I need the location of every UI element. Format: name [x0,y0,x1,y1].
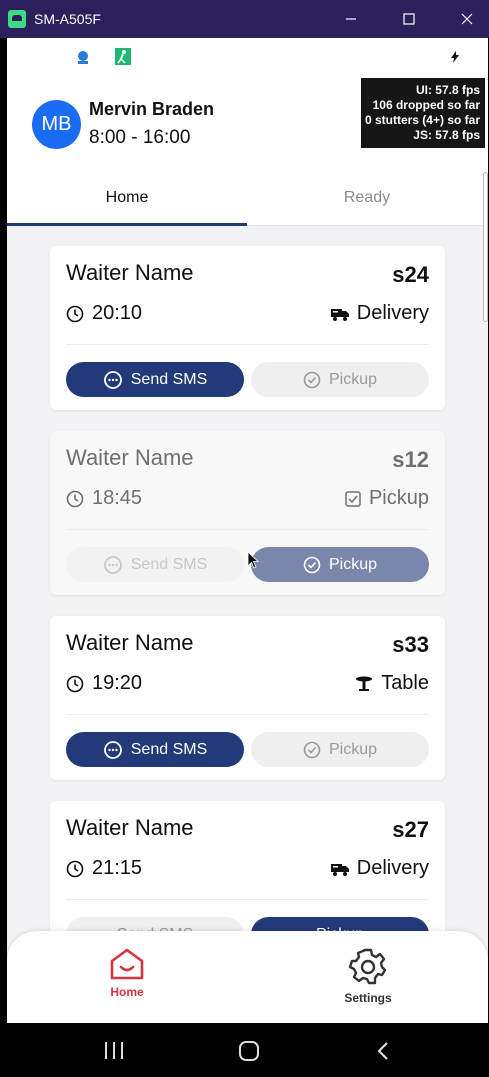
avatar[interactable]: MB [32,100,81,149]
active-tab-indicator [7,223,247,226]
notification-app-icon [78,51,88,64]
perf-dropped: 106 dropped so far [372,98,480,112]
maximize-icon[interactable] [386,0,432,38]
pickup-button[interactable]: Pickup [251,362,429,397]
send-sms-button[interactable]: Send SMS [66,362,244,397]
clock-icon [66,675,84,693]
phone-screen: MB Mervin Braden 8:00 - 16:00 UI: 57.8 f… [7,38,488,1023]
order-time-text: 19:20 [92,672,143,694]
send-sms-label: Send SMS [130,740,208,758]
order-type-text: Delivery [356,302,429,324]
pickup-label: Pickup [328,370,378,388]
pickup-button[interactable]: Pickup [251,547,429,582]
order-time: 20:10 [66,302,142,325]
order-type-text: Pickup [368,487,429,509]
bottom-navigation: Home Settings [7,931,488,1023]
window-title-bar: SM-A505F [0,0,489,38]
window-title: SM-A505F [34,11,101,27]
waiter-name: Waiter Name [66,445,194,470]
nav-home-label: Home [110,985,144,999]
clock-icon [66,305,84,323]
card-divider [66,899,429,900]
clock-icon [66,490,84,508]
order-card[interactable]: Waiter Name s24 20:10 Delivery Send SMS … [50,246,445,410]
pickup-label: Pickup [328,555,378,573]
send-sms-label: Send SMS [130,370,208,388]
order-code: s33 [392,632,429,657]
order-type: Table [355,672,429,695]
order-time-text: 21:15 [92,857,143,879]
scrollbar-thumb[interactable] [483,172,488,322]
status-bar [7,38,488,76]
user-name: Mervin Braden [89,99,215,119]
gear-icon [348,948,387,985]
delivery-truck-icon [330,861,349,877]
delivery-truck-icon [330,306,349,322]
order-card[interactable]: Waiter Name s33 19:20 Table Send SMS Pic… [50,616,445,780]
perf-stutters: 0 stutters (4+) so far [364,113,480,127]
check-circle-icon [303,741,321,758]
chat-icon [103,555,122,574]
order-type: Delivery [330,302,429,325]
send-sms-button[interactable]: Send SMS [66,732,244,767]
order-time-text: 20:10 [92,302,143,324]
nav-settings[interactable]: Settings [308,947,428,1005]
android-nav-bar [0,1023,489,1077]
mouse-cursor-icon [247,551,259,569]
order-code: s24 [392,262,429,287]
tab-bar: Home Ready [7,170,488,226]
nav-home[interactable]: Home [67,947,187,999]
order-time-text: 18:45 [92,487,143,509]
order-type: Pickup [345,487,429,510]
back-icon[interactable] [376,1041,390,1061]
clock-icon [66,860,84,878]
order-time: 18:45 [66,487,142,510]
chat-icon [103,740,122,759]
card-divider [66,529,429,530]
order-time: 19:20 [66,672,142,695]
check-circle-icon [303,371,321,388]
table-icon [355,676,373,692]
close-icon[interactable] [444,0,489,38]
perf-js-fps: JS: 57.8 fps [413,128,480,142]
tab-home[interactable]: Home [7,170,247,226]
order-time: 21:15 [66,857,142,880]
waiter-name: Waiter Name [66,260,194,285]
send-sms-label: Send SMS [130,555,208,573]
android-app-icon [8,10,26,28]
order-type: Delivery [330,857,429,880]
perf-ui-fps: UI: 57.8 fps [415,83,480,97]
waiter-name: Waiter Name [66,815,194,840]
recent-apps-icon[interactable] [104,1042,124,1059]
order-type-text: Table [381,672,429,694]
card-divider [66,714,429,715]
nav-settings-label: Settings [344,991,392,1005]
chat-icon [103,370,122,389]
order-code: s27 [392,817,429,842]
order-code: s12 [392,447,429,472]
notification-exit-icon [115,48,131,65]
home-icon [110,948,144,980]
home-button-icon[interactable] [238,1040,260,1062]
perf-monitor-overlay: UI: 57.8 fps 106 dropped so far 0 stutte… [361,78,485,148]
send-sms-button[interactable]: Send SMS [66,547,244,582]
order-card[interactable]: Waiter Name s12 18:45 Pickup Send SMS Pi… [50,431,445,595]
pickup-label: Pickup [328,740,378,758]
check-circle-icon [303,556,321,573]
checkbox-icon [345,490,361,507]
charging-icon [451,51,459,63]
card-divider [66,344,429,345]
waiter-name: Waiter Name [66,630,194,655]
pickup-button[interactable]: Pickup [251,732,429,767]
order-type-text: Delivery [356,857,429,879]
minimize-icon[interactable] [328,0,374,38]
user-shift: 8:00 - 16:00 [89,127,191,148]
tab-ready[interactable]: Ready [247,170,487,226]
